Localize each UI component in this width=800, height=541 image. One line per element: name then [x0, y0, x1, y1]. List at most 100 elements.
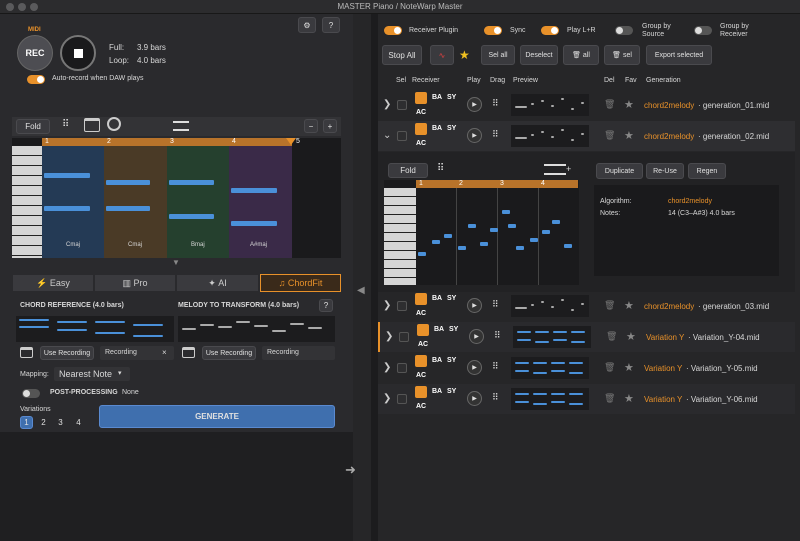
note[interactable]	[564, 244, 572, 248]
note[interactable]	[552, 220, 560, 224]
note[interactable]	[458, 246, 466, 250]
reuse-button[interactable]: Re-Use	[646, 163, 684, 179]
receiver-ac-tag[interactable]: AC	[416, 403, 426, 410]
open-chord-folder-icon[interactable]	[20, 347, 33, 358]
drag-handle-icon[interactable]: ⠿	[494, 330, 501, 341]
expanded-piano-roll[interactable]: 1 2 3 4	[384, 180, 579, 285]
variation-1-button[interactable]: 1	[20, 416, 33, 429]
tab-ai[interactable]: ✦ AI	[176, 274, 259, 292]
drag-grid-icon[interactable]: ⠿	[437, 163, 444, 174]
drag-grid-icon[interactable]: ⠿	[62, 119, 76, 133]
receiver-sy-tag[interactable]: SY	[447, 295, 456, 302]
receiver-ba-tag[interactable]: BA	[432, 295, 442, 302]
expand-chevron-icon[interactable]: ❯	[383, 362, 391, 373]
play-button[interactable]: ▶	[467, 360, 482, 375]
star-icon[interactable]: ★	[626, 330, 636, 343]
select-all-button[interactable]: Sel all	[481, 45, 515, 65]
chord-recording-field[interactable]: Recording ×	[100, 346, 174, 360]
expanded-fold-button[interactable]: Fold	[388, 163, 428, 178]
delete-selected-button[interactable]: 🗑 sel	[604, 45, 640, 65]
receiver-ba-tag[interactable]: BA	[432, 125, 442, 132]
trash-icon[interactable]: 🗑	[606, 331, 617, 342]
note[interactable]	[530, 238, 538, 242]
trash-icon[interactable]: 🗑	[604, 99, 615, 110]
expand-chevron-icon[interactable]: ❯	[385, 331, 393, 342]
trash-icon[interactable]: 🗑	[604, 300, 615, 311]
note[interactable]	[502, 210, 510, 214]
group-receiver-toggle[interactable]	[694, 26, 712, 35]
folder-icon[interactable]	[84, 118, 100, 132]
expand-chevron-icon[interactable]: ❯	[383, 99, 391, 110]
play-lr-toggle[interactable]	[541, 26, 559, 35]
zoom-out-button[interactable]: −	[304, 119, 318, 133]
row-select-checkbox[interactable]	[397, 301, 407, 311]
variation-4-button[interactable]: 4	[72, 416, 85, 429]
trash-icon[interactable]: 🗑	[604, 362, 615, 373]
post-processing-toggle[interactable]	[22, 389, 40, 398]
play-button[interactable]: ▶	[467, 391, 482, 406]
drag-handle-icon[interactable]: ⠿	[492, 299, 499, 310]
play-button[interactable]: ▶	[467, 298, 482, 313]
clear-chord-icon[interactable]: ×	[162, 348, 167, 357]
delete-all-button[interactable]: 🗑 all	[563, 45, 599, 65]
receiver-sy-tag[interactable]: SY	[447, 388, 456, 395]
receiver-ac-tag[interactable]: AC	[416, 109, 426, 116]
sync-toggle[interactable]	[484, 26, 502, 35]
note[interactable]	[516, 246, 524, 250]
play-button[interactable]: ▶	[467, 128, 482, 143]
receiver-marker[interactable]	[415, 92, 427, 104]
note[interactable]	[508, 224, 516, 228]
history-icon[interactable]	[107, 117, 121, 131]
receiver-marker[interactable]	[415, 123, 427, 135]
play-button[interactable]: ▶	[467, 97, 482, 112]
note[interactable]	[480, 242, 488, 246]
list-icon[interactable]	[173, 121, 189, 131]
playhead-marker[interactable]	[286, 138, 296, 145]
generation-row[interactable]: ❯ BA SY AC ▶ ⠿ 🗑 ★ Variation Y · Variation_Y-06.…	[378, 384, 795, 414]
export-selected-button[interactable]: Export selected	[646, 45, 712, 65]
collapse-arrow-icon[interactable]: ◀	[357, 285, 365, 296]
receiver-sy-tag[interactable]: SY	[449, 326, 458, 333]
receiver-ba-tag[interactable]: BA	[434, 326, 444, 333]
row-select-checkbox[interactable]	[397, 363, 407, 373]
zoom-in-button[interactable]: +	[323, 119, 337, 133]
receiver-marker[interactable]	[415, 355, 427, 367]
stop-button[interactable]	[60, 35, 96, 71]
regen-button[interactable]: Regen	[688, 163, 726, 179]
drag-handle-icon[interactable]: ⠿	[492, 361, 499, 372]
note[interactable]	[231, 221, 277, 226]
receiver-ac-tag[interactable]: AC	[416, 372, 426, 379]
chordfit-help-button[interactable]: ?	[319, 299, 333, 312]
chord-use-recording-button[interactable]: Use Recording	[40, 346, 94, 360]
drag-handle-icon[interactable]: ⠿	[492, 129, 499, 140]
variation-3-button[interactable]: 3	[54, 416, 67, 429]
note[interactable]	[106, 180, 150, 185]
generation-row[interactable]: ⌄ BA SY AC ▶ ⠿ 🗑 ★ chord2melody · generation_02.…	[378, 121, 795, 151]
help-button[interactable]: ?	[322, 17, 340, 33]
note[interactable]	[490, 228, 498, 232]
play-button[interactable]: ▶	[469, 329, 484, 344]
record-button[interactable]: REC	[17, 35, 53, 71]
note[interactable]	[418, 252, 426, 256]
receiver-sy-tag[interactable]: SY	[447, 125, 456, 132]
receiver-ba-tag[interactable]: BA	[432, 357, 442, 364]
generation-row[interactable]: ❯ BA SY AC ▶ ⠿ 🗑 ★ Variation Y · Variation_Y-04.…	[378, 322, 795, 352]
receiver-sy-tag[interactable]: SY	[447, 94, 456, 101]
list-add-icon[interactable]	[544, 164, 566, 175]
tab-easy[interactable]: ⚡ Easy	[12, 274, 94, 292]
receiver-ac-tag[interactable]: AC	[416, 140, 426, 147]
tab-chordfit[interactable]: ♫ ChordFit	[260, 274, 341, 292]
variation-2-button[interactable]: 2	[37, 416, 50, 429]
note[interactable]	[542, 230, 550, 234]
fold-button[interactable]: Fold	[16, 119, 50, 134]
row-select-checkbox[interactable]	[399, 332, 409, 342]
deselect-button[interactable]: Deselect	[520, 45, 558, 65]
stop-all-button[interactable]: Stop All	[382, 45, 422, 65]
loop-bar[interactable]	[416, 180, 578, 188]
activity-icon[interactable]: ∿	[430, 45, 454, 65]
expand-chevron-icon[interactable]: ❯	[383, 300, 391, 311]
receiver-ac-tag[interactable]: AC	[416, 310, 426, 317]
note[interactable]	[468, 224, 476, 228]
trash-icon[interactable]: 🗑	[604, 130, 615, 141]
note[interactable]	[169, 180, 214, 185]
